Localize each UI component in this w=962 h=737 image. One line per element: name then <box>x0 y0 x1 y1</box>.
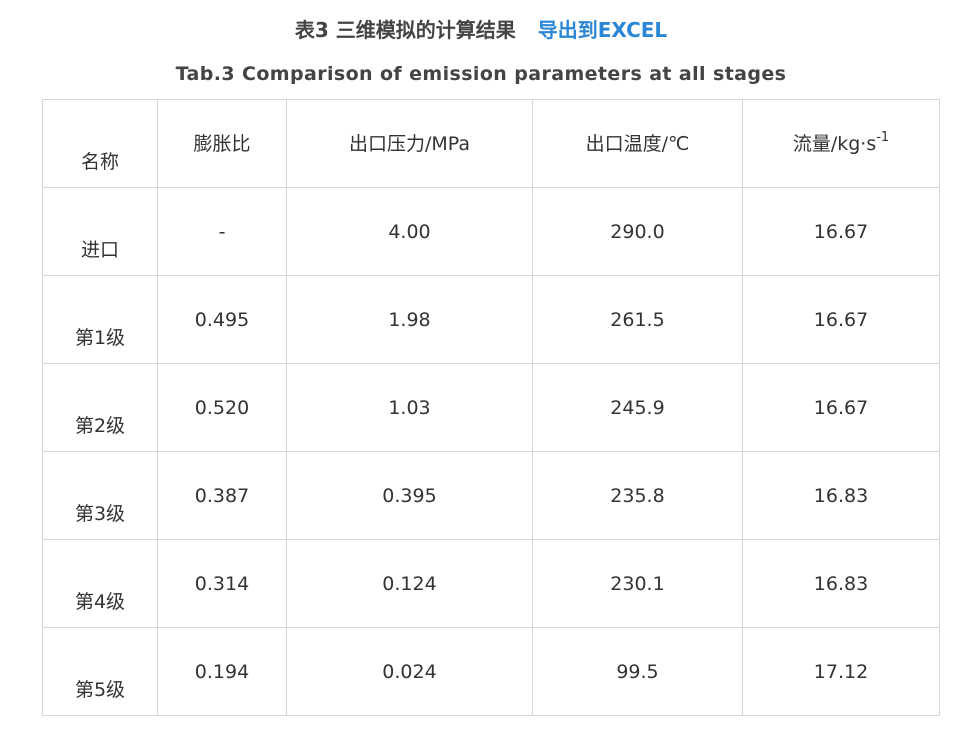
expansion-ratio-cell: 0.520 <box>157 363 287 452</box>
row-name-cell: 第2级 <box>42 363 158 452</box>
column-header-ratio: 膨胀比 <box>157 99 287 188</box>
flow-rate-cell: 16.67 <box>742 187 940 276</box>
outlet-temperature-cell: 261.5 <box>532 275 743 364</box>
column-header-name: 名称 <box>42 99 158 188</box>
table-row: 第5级 0.194 0.024 99.5 17.12 <box>42 627 940 716</box>
table-row: 第1级 0.495 1.98 261.5 16.67 <box>42 275 940 364</box>
table-row: 第2级 0.520 1.03 245.9 16.67 <box>42 363 940 452</box>
results-table: 名称 膨胀比 出口压力/MPa 出口温度/℃ 流量/kg·s-1 进口 -4.00… <box>42 99 940 716</box>
outlet-pressure-cell: 1.98 <box>286 275 533 364</box>
outlet-pressure-cell: 0.124 <box>286 539 533 628</box>
column-header-pressure: 出口压力/MPa <box>286 99 533 188</box>
table-subtitle: Tab.3 Comparison of emission parameters … <box>175 63 787 85</box>
expansion-ratio-cell: 0.387 <box>157 451 287 540</box>
flow-unit-superscript: -1 <box>876 130 890 145</box>
table-row: 第3级 0.387 0.395 235.8 16.83 <box>42 451 940 540</box>
flow-rate-cell: 16.83 <box>742 451 940 540</box>
outlet-pressure-cell: 1.03 <box>286 363 533 452</box>
row-name-cell: 第3级 <box>42 451 158 540</box>
outlet-temperature-cell: 99.5 <box>532 627 743 716</box>
table-row: 进口 -4.00 290.0 16.67 <box>42 187 940 276</box>
table-title: 表3 三维模拟的计算结果 <box>294 18 516 42</box>
flow-rate-cell: 16.83 <box>742 539 940 628</box>
outlet-temperature-cell: 230.1 <box>532 539 743 628</box>
table-row: 第4级 0.314 0.124 230.1 16.83 <box>42 539 940 628</box>
outlet-temperature-cell: 290.0 <box>532 187 743 276</box>
outlet-temperature-cell: 235.8 <box>532 451 743 540</box>
column-header-flow: 流量/kg·s-1 <box>742 99 940 188</box>
flow-rate-cell: 16.67 <box>742 363 940 452</box>
expansion-ratio-cell: 0.495 <box>157 275 287 364</box>
outlet-pressure-cell: 0.395 <box>286 451 533 540</box>
flow-header-label: 流量/kg·s <box>792 133 877 155</box>
row-name-cell: 第4级 <box>42 539 158 628</box>
flow-rate-cell: 17.12 <box>742 627 940 716</box>
expansion-ratio-cell: 0.314 <box>157 539 287 628</box>
row-name-cell: 第1级 <box>42 275 158 364</box>
table-title-line: 表3 三维模拟的计算结果 导出到EXCEL <box>0 14 962 46</box>
export-excel-link[interactable]: 导出到EXCEL <box>538 18 667 42</box>
outlet-pressure-cell: 4.00 <box>286 187 533 276</box>
row-name-cell: 进口 <box>42 187 158 276</box>
table-header-row: 名称 膨胀比 出口压力/MPa 出口温度/℃ 流量/kg·s-1 <box>42 99 940 188</box>
column-header-temperature: 出口温度/℃ <box>532 99 743 188</box>
outlet-pressure-cell: 0.024 <box>286 627 533 716</box>
table-body: 进口 -4.00 290.0 16.67 第1级 0.495 1.98 261.5 16.67 第… <box>42 187 940 716</box>
flow-rate-cell: 16.67 <box>742 275 940 364</box>
outlet-temperature-cell: 245.9 <box>532 363 743 452</box>
expansion-ratio-cell: - <box>157 187 287 276</box>
expansion-ratio-cell: 0.194 <box>157 627 287 716</box>
row-name-cell: 第5级 <box>42 627 158 716</box>
